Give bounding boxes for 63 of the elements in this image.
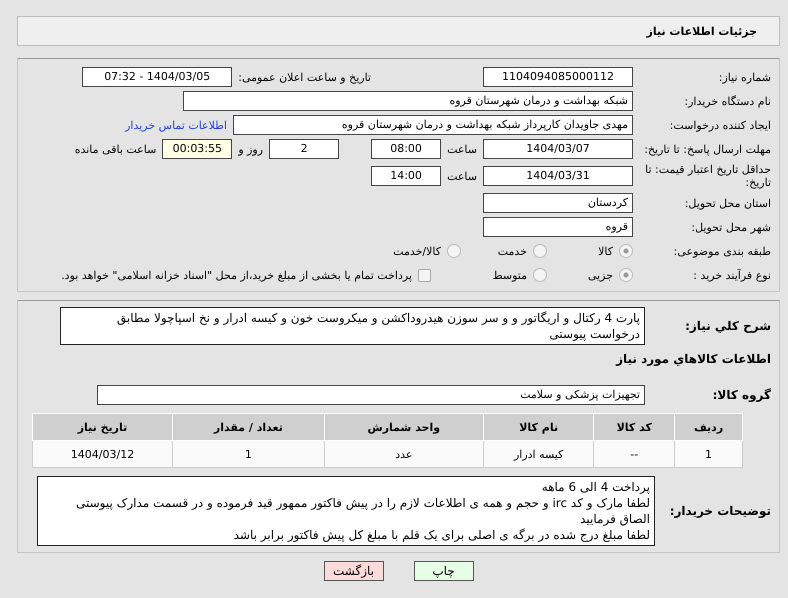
print-button[interactable]: چاپ <box>414 561 474 581</box>
need-number-field: 1104094085000112 <box>483 67 633 87</box>
days-label: روز و <box>238 142 264 156</box>
field-label: استان محل تحویل: <box>684 196 772 210</box>
note-line: لطفا مارک و کد irc و حجم و همه ی اطلاعات لازم را در پیش فاکتور ممهور قید فرموده و در قسمت مدارک پیوستی الصاق فرمایید <box>74 495 650 527</box>
validity-time-field: 14:00 <box>371 166 442 186</box>
radio-label: متوسط <box>492 268 527 282</box>
remaining-time-field: 00:03:55 <box>162 139 232 159</box>
column-header: تاریخ نیاز <box>32 414 172 440</box>
field-label: شماره نیاز: <box>718 70 772 84</box>
buyer-org-field: شبکه بهداشت و درمان شهرستان قروه <box>183 91 633 111</box>
field-label: مهلت ارسال پاسخ: تا تاریخ: <box>643 142 772 156</box>
table-cell: کیسه ادرار <box>483 440 594 468</box>
note-line: لطفا مبلغ درج شده در برگه ی اصلی برای یک قلم با مبلغ کل پیش فاکتور برابر باشد <box>232 527 650 543</box>
radio-label: جزیی <box>588 268 613 282</box>
deadline-time-field: 08:00 <box>371 139 442 159</box>
deadline-date-field: 1404/03/07 <box>483 139 633 159</box>
radio-button[interactable] <box>619 268 633 282</box>
announce-date-field: 1404/03/05 - 07:32 <box>82 67 232 87</box>
field-label: توضیحات خریدار: <box>668 504 772 518</box>
field-label: حداقل تاریخ اعتبار قیمت: تا تاریخ: <box>644 163 772 189</box>
time-label: ساعت <box>447 142 477 156</box>
radio-button[interactable] <box>447 244 461 258</box>
radio-label: خدمت <box>498 244 527 258</box>
province-field: کردستان <box>483 193 633 213</box>
field-label: نوع فرآیند خرید : <box>692 268 772 282</box>
column-header: نام کالا <box>483 414 594 440</box>
remaining-label: ساعت باقی مانده <box>74 142 156 156</box>
radio-button[interactable] <box>619 244 633 258</box>
city-field: قروه <box>483 217 633 237</box>
validity-date-field: 1404/03/31 <box>483 166 633 186</box>
field-label: گروه کالا: <box>712 388 772 402</box>
field-label: ایجاد کننده درخواست: <box>668 118 772 132</box>
table-cell: 1 <box>172 440 324 468</box>
goods-group-field: تجهیزات پزشکی و سلامت <box>97 385 645 405</box>
field-label: تاریخ و ساعت اعلان عمومی: <box>238 70 371 84</box>
column-header: ردیف <box>674 414 742 440</box>
radio-label: کالا <box>598 244 613 258</box>
note-line: پرداخت 4 الی 6 ماهه <box>540 479 650 495</box>
table-cell: 1 <box>674 440 742 468</box>
description-box: پارت 4 رکتال و اریگاتور و و سر سوزن هیدروداکشن و میکروست خون و کیسه ادرار و نخ اسپاچولا مطابق درخواست پیوستی <box>60 307 645 345</box>
field-label: طبقه بندی موضوعی: <box>672 244 772 258</box>
contact-link[interactable]: اطلاعات تماس خریدار <box>125 118 227 132</box>
column-header: کد کالا <box>594 414 675 440</box>
checkbox-label: پرداخت تمام یا بخشی از مبلغ خرید،از محل "اسناد خزانه اسلامی" خواهد بود. <box>61 268 412 282</box>
creator-field: مهدی جاویدان کارپرداز شبکه بهداشت و درمان شهرستان قروه <box>233 115 633 135</box>
field-label: شرح کلي نياز: <box>684 320 772 332</box>
checkbox[interactable] <box>418 268 431 282</box>
table-cell: 1404/03/12 <box>32 440 172 468</box>
table-cell: -- <box>594 440 675 468</box>
page-title: جزئیات اطلاعات نیاز <box>646 24 757 38</box>
radio-label: کالا/خدمت <box>393 244 441 258</box>
column-header: تعداد / مقدار <box>172 414 324 440</box>
time-label: ساعت <box>447 170 477 182</box>
table-cell: عدد <box>324 440 484 468</box>
section-heading: اطلاعات کالاهاي مورد نياز <box>616 352 772 366</box>
days-field: 2 <box>269 139 340 159</box>
radio-button[interactable] <box>533 244 547 258</box>
back-button[interactable]: بازگشت <box>324 561 384 581</box>
column-header: واحد شمارش <box>324 414 484 440</box>
field-label: شهر محل تحویل: <box>690 220 772 234</box>
radio-button[interactable] <box>533 268 547 282</box>
field-label: نام دستگاه خریدار: <box>683 94 772 108</box>
